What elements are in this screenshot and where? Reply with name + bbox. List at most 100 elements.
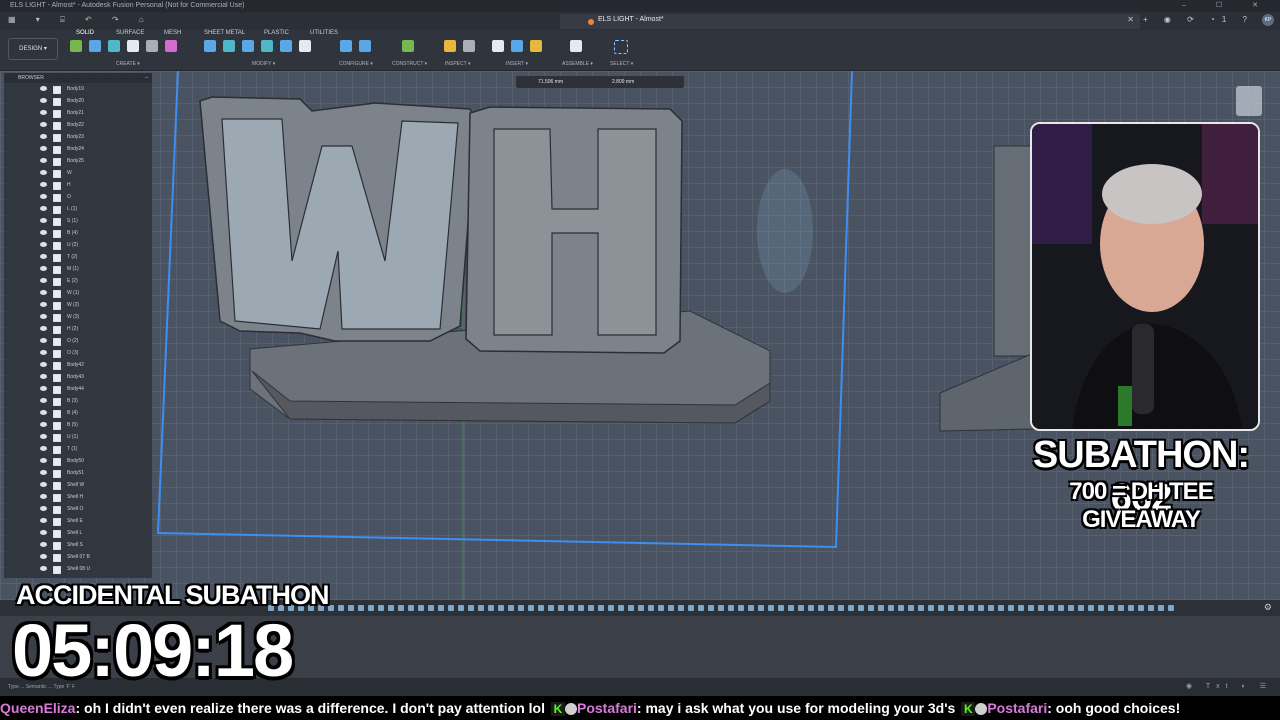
- timeline-step[interactable]: [468, 605, 474, 611]
- timeline-step[interactable]: [1028, 605, 1034, 611]
- insert-derive-icon[interactable]: [492, 40, 504, 52]
- browser-item[interactable]: U (2): [4, 239, 152, 251]
- visibility-icon[interactable]: [40, 98, 47, 103]
- visibility-icon[interactable]: [40, 86, 47, 91]
- browser-item[interactable]: W (1): [4, 287, 152, 299]
- tab-sheet-metal[interactable]: SHEET METAL: [204, 30, 245, 36]
- browser-item[interactable]: Shell H: [4, 491, 152, 503]
- visibility-icon[interactable]: [40, 146, 47, 151]
- browser-item[interactable]: Body42: [4, 359, 152, 371]
- revolve-icon[interactable]: [108, 40, 120, 52]
- visibility-icon[interactable]: [40, 206, 47, 211]
- timeline-step[interactable]: [478, 605, 484, 611]
- timeline-step[interactable]: [718, 605, 724, 611]
- timeline-step[interactable]: [598, 605, 604, 611]
- timeline-step[interactable]: [898, 605, 904, 611]
- visibility-icon[interactable]: [40, 410, 47, 415]
- browser-item[interactable]: Shell 07 B: [4, 551, 152, 563]
- timeline-step[interactable]: [338, 605, 344, 611]
- timeline-step[interactable]: [858, 605, 864, 611]
- timeline-step[interactable]: [458, 605, 464, 611]
- timeline-step[interactable]: [768, 605, 774, 611]
- timeline-step[interactable]: [868, 605, 874, 611]
- timeline-step[interactable]: [558, 605, 564, 611]
- visibility-icon[interactable]: [40, 122, 47, 127]
- visibility-icon[interactable]: [40, 398, 47, 403]
- browser-item[interactable]: T (1): [4, 443, 152, 455]
- timeline-step[interactable]: [668, 605, 674, 611]
- browser-header[interactable]: BROWSER –: [4, 73, 152, 83]
- timeline-step[interactable]: [418, 605, 424, 611]
- visibility-icon[interactable]: [40, 182, 47, 187]
- browser-item[interactable]: Shell O: [4, 503, 152, 515]
- browser-item[interactable]: O (3): [4, 347, 152, 359]
- timeline-step[interactable]: [678, 605, 684, 611]
- timeline-step[interactable]: [378, 605, 384, 611]
- timeline-step[interactable]: [408, 605, 414, 611]
- visibility-icon[interactable]: [40, 302, 47, 307]
- insert-mesh-icon[interactable]: [530, 40, 542, 52]
- avatar[interactable]: KP: [1262, 14, 1274, 26]
- timeline-settings-icon[interactable]: ⚙: [1264, 602, 1272, 613]
- timeline-step[interactable]: [398, 605, 404, 611]
- timeline-step[interactable]: [1008, 605, 1014, 611]
- tab-solid[interactable]: SOLID: [76, 30, 94, 36]
- timeline-step[interactable]: [1118, 605, 1124, 611]
- browser-item[interactable]: H (2): [4, 323, 152, 335]
- table-icon[interactable]: [359, 40, 371, 52]
- visibility-icon[interactable]: [40, 386, 47, 391]
- shell-icon[interactable]: [261, 40, 273, 52]
- timeline-step[interactable]: [818, 605, 824, 611]
- visibility-icon[interactable]: [40, 194, 47, 199]
- browser-item[interactable]: T (2): [4, 251, 152, 263]
- timeline-step[interactable]: [888, 605, 894, 611]
- extrude-icon[interactable]: [89, 40, 101, 52]
- browser-item[interactable]: M (1): [4, 263, 152, 275]
- timeline-step[interactable]: [488, 605, 494, 611]
- browser-item[interactable]: Shell E: [4, 515, 152, 527]
- timeline-step[interactable]: [918, 605, 924, 611]
- joint-icon[interactable]: [570, 40, 582, 52]
- browser-item[interactable]: E (2): [4, 275, 152, 287]
- browser-item[interactable]: Body25: [4, 155, 152, 167]
- timeline-step[interactable]: [948, 605, 954, 611]
- browser-item[interactable]: Body50: [4, 455, 152, 467]
- timeline-step[interactable]: [738, 605, 744, 611]
- insert-menu[interactable]: INSERT ▾: [506, 61, 528, 67]
- visibility-icon[interactable]: [40, 170, 47, 175]
- timeline-step[interactable]: [748, 605, 754, 611]
- header-right-icons[interactable]: + ◉ ⟳ ◔1 ?: [1143, 15, 1254, 24]
- visibility-icon[interactable]: [40, 290, 47, 295]
- timeline-step[interactable]: [508, 605, 514, 611]
- visibility-icon[interactable]: [40, 350, 47, 355]
- visibility-icon[interactable]: [40, 218, 47, 223]
- timeline-step[interactable]: [368, 605, 374, 611]
- timeline-step[interactable]: [628, 605, 634, 611]
- visibility-icon[interactable]: [40, 110, 47, 115]
- browser-item[interactable]: Body43: [4, 371, 152, 383]
- combine-icon[interactable]: [280, 40, 292, 52]
- timeline-step[interactable]: [1168, 605, 1174, 611]
- timeline-step[interactable]: [838, 605, 844, 611]
- timeline-step[interactable]: [758, 605, 764, 611]
- browser-item[interactable]: Body19: [4, 83, 152, 95]
- timeline-step[interactable]: [608, 605, 614, 611]
- hole-icon[interactable]: [127, 40, 139, 52]
- fillet-icon[interactable]: [223, 40, 235, 52]
- create-menu[interactable]: CREATE ▾: [116, 61, 140, 67]
- timeline-step[interactable]: [958, 605, 964, 611]
- timeline-step[interactable]: [708, 605, 714, 611]
- timeline-step[interactable]: [578, 605, 584, 611]
- timeline-step[interactable]: [938, 605, 944, 611]
- quick-access-icons[interactable]: ▦ ▾ ⌸ ↶ ↷ ⌂: [8, 15, 153, 25]
- measure-value-2[interactable]: 2.809 mm: [612, 79, 634, 85]
- timeline-step[interactable]: [968, 605, 974, 611]
- section-icon[interactable]: [463, 40, 475, 52]
- timeline-step[interactable]: [1048, 605, 1054, 611]
- measure-icon[interactable]: [444, 40, 456, 52]
- visibility-icon[interactable]: [40, 446, 47, 451]
- timeline-step[interactable]: [638, 605, 644, 611]
- browser-item[interactable]: Body44: [4, 383, 152, 395]
- browser-item[interactable]: Body51: [4, 467, 152, 479]
- form-icon[interactable]: [165, 40, 177, 52]
